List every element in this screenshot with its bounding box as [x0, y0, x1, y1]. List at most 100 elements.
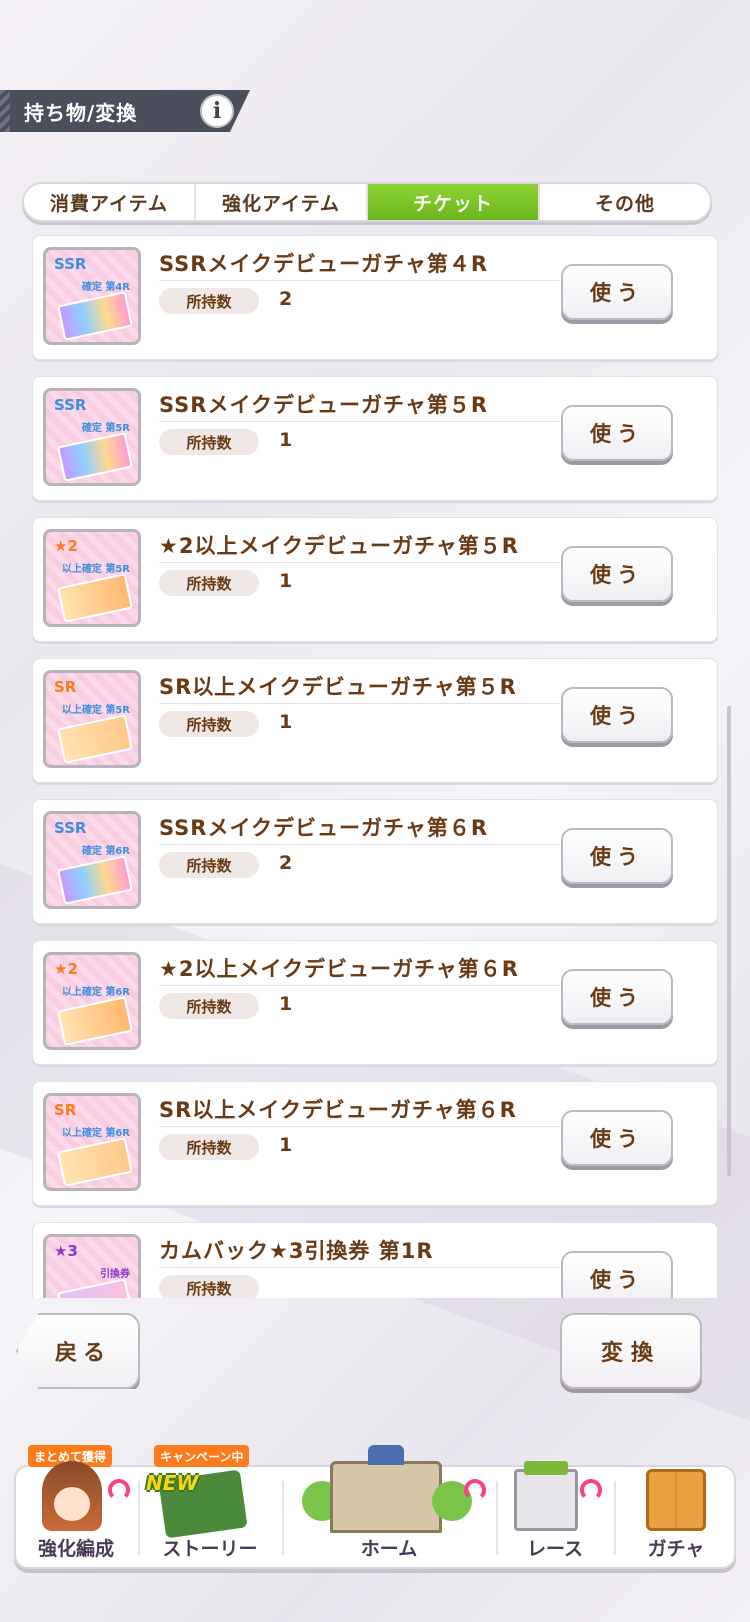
school-building-icon [330, 1461, 442, 1533]
qty-label: 所持数 [159, 711, 259, 737]
item-title: SSRメイクデビューガチャ第６R [159, 816, 489, 840]
ticket-thumbnail: SR 以上確定 第5R [43, 670, 141, 768]
nav-story[interactable]: キャンペーン中 NEW ストーリー [140, 1445, 280, 1567]
list-item: ★2 以上確定 第6R ★2以上メイクデビューガチャ第６R 所持数 1 使う [32, 940, 718, 1065]
ticket-icon [57, 1137, 133, 1187]
qty-value: 1 [279, 570, 293, 592]
tab-tickets[interactable]: チケット [368, 184, 540, 220]
list-item: SSR 確定 第6R SSRメイクデビューガチャ第６R 所持数 2 使う [32, 799, 718, 924]
thumb-rarity-label: SSR [54, 819, 87, 837]
ticket-icon [57, 573, 133, 623]
divider [159, 844, 559, 845]
divider [159, 562, 559, 563]
divider [159, 280, 559, 281]
thumb-sub-label: 以上確定 第5R [61, 564, 130, 575]
nav-badge-campaign: キャンペーン中 [154, 1445, 250, 1467]
nav-gacha[interactable]: ガチャ [616, 1467, 736, 1567]
list-item: ★3 引換券 カムバック★3引換券 第1R 所持数 使う [32, 1222, 718, 1298]
thumb-rarity-label: SR [54, 1101, 77, 1119]
thumb-rarity-label: ★2 [54, 960, 78, 978]
nav-label-story: ストーリー [162, 1538, 258, 1560]
thumb-sub-label: 以上確定 第6R [61, 987, 130, 998]
tab-other[interactable]: その他 [540, 184, 710, 220]
ticket-list[interactable]: SSR 確定 第4R SSRメイクデビューガチャ第４R 所持数 2 使う SSR… [10, 235, 730, 1298]
race-gate-icon [514, 1469, 578, 1531]
horseshoe-icon [580, 1479, 602, 1501]
qty-label: 所持数 [159, 852, 259, 878]
thumb-rarity-label: SSR [54, 255, 87, 273]
ticket-icon [57, 996, 133, 1046]
qty-value: 1 [279, 1134, 293, 1156]
use-button[interactable]: 使う [561, 405, 673, 461]
qty-label: 所持数 [159, 1134, 259, 1160]
nav-label-enhance: 強化編成 [37, 1538, 114, 1560]
info-icon[interactable]: i [200, 94, 234, 128]
ticket-icon [57, 291, 133, 341]
thumb-sub-label: 以上確定 第6R [61, 1128, 130, 1139]
list-item: SR 以上確定 第5R SR以上メイクデビューガチャ第５R 所持数 1 使う [32, 658, 718, 783]
nav-label-race: レース [526, 1538, 584, 1560]
list-item: SR 以上確定 第6R SR以上メイクデビューガチャ第６R 所持数 1 使う [32, 1081, 718, 1206]
use-button[interactable]: 使う [561, 828, 673, 884]
nav-label-home: ホーム [360, 1538, 418, 1560]
use-button[interactable]: 使う [561, 1251, 673, 1298]
ticket-thumbnail: ★2 以上確定 第6R [43, 952, 141, 1050]
qty-label: 所持数 [159, 429, 259, 455]
horseshoe-icon [108, 1479, 130, 1501]
qty-value: 2 [279, 852, 293, 874]
divider [159, 421, 559, 422]
ticket-thumbnail: SSR 確定 第4R [43, 247, 141, 345]
thumb-rarity-label: ★3 [54, 1242, 78, 1260]
item-title: ★2以上メイクデビューガチャ第６R [159, 957, 519, 981]
back-button[interactable]: 戻る [16, 1313, 140, 1389]
divider [159, 985, 559, 986]
thumb-sub-label: 以上確定 第5R [61, 705, 130, 716]
qty-value: 2 [279, 288, 293, 310]
ticket-icon [57, 432, 133, 482]
list-item: SSR 確定 第5R SSRメイクデビューガチャ第５R 所持数 1 使う [32, 376, 718, 501]
use-button[interactable]: 使う [561, 264, 673, 320]
thumb-rarity-label: SSR [54, 396, 87, 414]
qty-value: 1 [279, 429, 293, 451]
use-button[interactable]: 使う [561, 1110, 673, 1166]
divider [159, 1267, 559, 1268]
gacha-door-icon [646, 1469, 706, 1531]
horseshoe-icon [464, 1479, 486, 1501]
tab-consumables[interactable]: 消費アイテム [24, 184, 196, 220]
thumb-sub-label: 引換券 [100, 1269, 130, 1280]
scrollbar[interactable] [727, 706, 731, 1176]
nav-label-gacha: ガチャ [647, 1538, 705, 1560]
item-title: SSRメイクデビューガチャ第５R [159, 393, 489, 417]
use-button[interactable]: 使う [561, 969, 673, 1025]
tab-enhancement[interactable]: 強化アイテム [196, 184, 368, 220]
item-title: カムバック★3引換券 第1R [159, 1239, 434, 1263]
building-roof [368, 1445, 404, 1465]
item-title: ★2以上メイクデビューガチャ第５R [159, 534, 519, 558]
nav-home[interactable]: ホーム [284, 1445, 494, 1567]
list-item: SSR 確定 第4R SSRメイクデビューガチャ第４R 所持数 2 使う [32, 235, 718, 360]
item-title: SSRメイクデビューガチャ第４R [159, 252, 489, 276]
ticket-icon [57, 1278, 133, 1298]
bottom-nav: まとめて獲得 強化編成 キャンペーン中 NEW ストーリー ホーム レース ガチ… [14, 1445, 736, 1569]
nav-enhance[interactable]: まとめて獲得 強化編成 [16, 1445, 136, 1567]
qty-value: 1 [279, 993, 293, 1015]
ticket-thumbnail: SR 以上確定 第6R [43, 1093, 141, 1191]
ticket-icon [57, 714, 133, 764]
race-gate-top [524, 1461, 568, 1475]
ticket-thumbnail: SSR 確定 第6R [43, 811, 141, 909]
ticket-thumbnail: ★3 引換券 [43, 1234, 141, 1298]
use-button[interactable]: 使う [561, 687, 673, 743]
ticket-thumbnail: ★2 以上確定 第5R [43, 529, 141, 627]
use-button[interactable]: 使う [561, 546, 673, 602]
page-title: 持ち物/変換 [24, 100, 138, 125]
nav-race[interactable]: レース [498, 1461, 612, 1567]
qty-label: 所持数 [159, 570, 259, 596]
convert-button[interactable]: 変換 [560, 1313, 702, 1389]
divider [159, 703, 559, 704]
qty-value: 1 [279, 711, 293, 733]
qty-label: 所持数 [159, 1275, 259, 1298]
character-face [54, 1487, 90, 1521]
list-item: ★2 以上確定 第5R ★2以上メイクデビューガチャ第５R 所持数 1 使う [32, 517, 718, 642]
qty-label: 所持数 [159, 288, 259, 314]
new-tag: NEW [146, 1471, 199, 1495]
